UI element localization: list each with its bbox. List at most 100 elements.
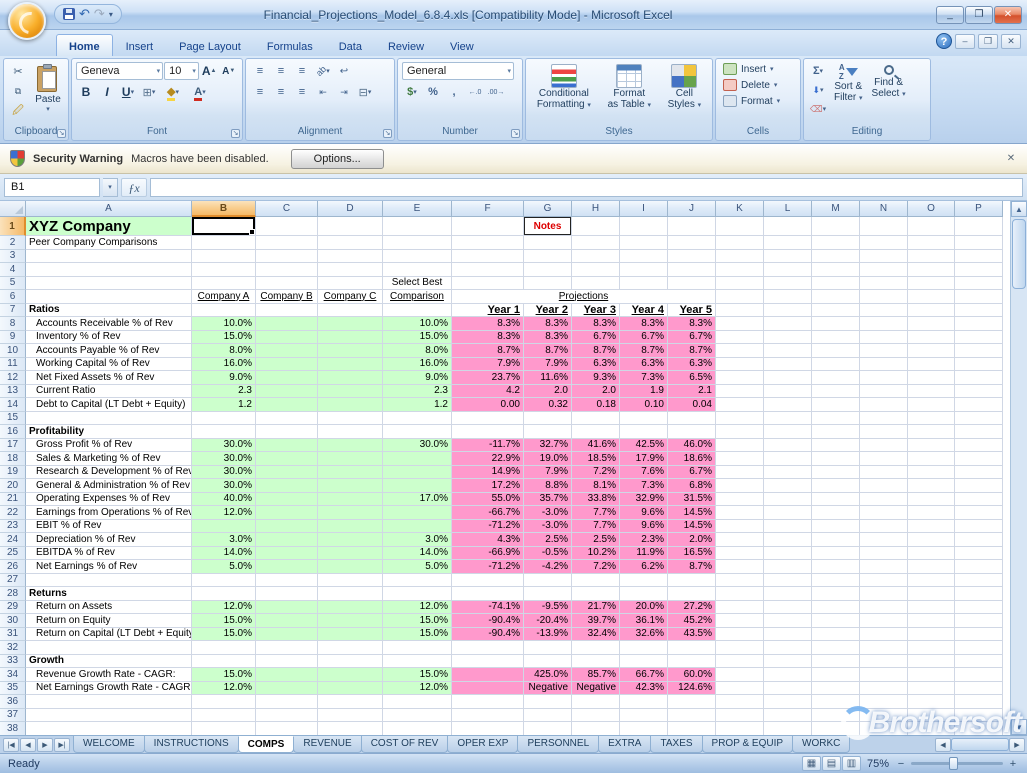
- font-size-select[interactable]: 10▾: [164, 62, 199, 80]
- cell-I20[interactable]: 7.3%: [620, 479, 668, 493]
- cell-E1[interactable]: [383, 217, 452, 236]
- cell-B4[interactable]: [192, 263, 256, 277]
- cell-A17[interactable]: Gross Profit % of Rev: [26, 439, 192, 453]
- cell-C3[interactable]: [256, 250, 318, 264]
- cell-C25[interactable]: [256, 547, 318, 561]
- cell-D10[interactable]: [318, 344, 383, 358]
- grow-font-icon[interactable]: A▲: [200, 62, 219, 80]
- select-all-corner[interactable]: [0, 201, 26, 217]
- cell-I5[interactable]: [620, 277, 668, 291]
- cell-B19[interactable]: 30.0%: [192, 466, 256, 480]
- cell-G12[interactable]: 11.6%: [524, 371, 572, 385]
- orientation-icon[interactable]: ab▾: [313, 62, 333, 80]
- number-format-select[interactable]: General▾: [402, 62, 514, 80]
- cell-I36[interactable]: [620, 695, 668, 709]
- cell-K24[interactable]: [716, 533, 764, 547]
- cell-N5[interactable]: [860, 277, 908, 291]
- cell-F6[interactable]: Projections: [452, 290, 716, 304]
- cell-E15[interactable]: [383, 412, 452, 426]
- vertical-scrollbar[interactable]: ▲ ▼: [1010, 201, 1027, 735]
- cell-F26[interactable]: -71.2%: [452, 560, 524, 574]
- cell-A28[interactable]: Returns: [26, 587, 192, 601]
- cell-G13[interactable]: 2.0: [524, 385, 572, 399]
- cell-I30[interactable]: 36.1%: [620, 614, 668, 628]
- cell-B12[interactable]: 9.0%: [192, 371, 256, 385]
- cell-J4[interactable]: [668, 263, 716, 277]
- cell-O14[interactable]: [908, 398, 955, 412]
- cell-J31[interactable]: 43.5%: [668, 628, 716, 642]
- row-header-16[interactable]: 16: [0, 425, 26, 439]
- cell-N14[interactable]: [860, 398, 908, 412]
- cell-J35[interactable]: 124.6%: [668, 682, 716, 696]
- cell-B18[interactable]: 30.0%: [192, 452, 256, 466]
- cell-O4[interactable]: [908, 263, 955, 277]
- cell-I21[interactable]: 32.9%: [620, 493, 668, 507]
- underline-icon[interactable]: U▾: [118, 83, 138, 101]
- row-header-29[interactable]: 29: [0, 601, 26, 615]
- cell-G29[interactable]: -9.5%: [524, 601, 572, 615]
- cell-C11[interactable]: [256, 358, 318, 372]
- cell-P14[interactable]: [955, 398, 1003, 412]
- cell-C19[interactable]: [256, 466, 318, 480]
- column-header-N[interactable]: N: [860, 201, 908, 217]
- cell-E18[interactable]: [383, 452, 452, 466]
- cell-J21[interactable]: 31.5%: [668, 493, 716, 507]
- cell-F28[interactable]: [452, 587, 524, 601]
- cell-H38[interactable]: [572, 722, 620, 735]
- cell-G32[interactable]: [524, 641, 572, 655]
- cell-M4[interactable]: [812, 263, 860, 277]
- cell-B30[interactable]: 15.0%: [192, 614, 256, 628]
- cell-K18[interactable]: [716, 452, 764, 466]
- cell-B14[interactable]: 1.2: [192, 398, 256, 412]
- cell-D25[interactable]: [318, 547, 383, 561]
- cell-N37[interactable]: [860, 709, 908, 723]
- cell-H7[interactable]: Year 3: [572, 304, 620, 318]
- cell-P8[interactable]: [955, 317, 1003, 331]
- cell-H35[interactable]: Negative: [572, 682, 620, 696]
- cell-N4[interactable]: [860, 263, 908, 277]
- row-header-24[interactable]: 24: [0, 533, 26, 547]
- cell-M36[interactable]: [812, 695, 860, 709]
- cell-E25[interactable]: 14.0%: [383, 547, 452, 561]
- cell-E10[interactable]: 8.0%: [383, 344, 452, 358]
- row-header-2[interactable]: 2: [0, 236, 26, 250]
- font-name-select[interactable]: Geneva▾: [76, 62, 163, 80]
- ribbon-tab-view[interactable]: View: [437, 34, 487, 56]
- sheet-tab-extra[interactable]: EXTRA: [598, 736, 651, 753]
- cell-H15[interactable]: [572, 412, 620, 426]
- cell-J29[interactable]: 27.2%: [668, 601, 716, 615]
- cell-K3[interactable]: [716, 250, 764, 264]
- cell-J18[interactable]: 18.6%: [668, 452, 716, 466]
- cell-M29[interactable]: [812, 601, 860, 615]
- cell-M19[interactable]: [812, 466, 860, 480]
- cell-I14[interactable]: 0.10: [620, 398, 668, 412]
- font-color-icon[interactable]: A▾: [187, 83, 213, 101]
- cell-A34[interactable]: Revenue Growth Rate - CAGR:: [26, 668, 192, 682]
- cell-C36[interactable]: [256, 695, 318, 709]
- cell-O31[interactable]: [908, 628, 955, 642]
- shrink-font-icon[interactable]: A▼: [219, 62, 238, 80]
- cell-I9[interactable]: 6.7%: [620, 331, 668, 345]
- row-header-25[interactable]: 25: [0, 547, 26, 561]
- bold-icon[interactable]: B: [76, 83, 96, 101]
- cell-B7[interactable]: [192, 304, 256, 318]
- cell-B6[interactable]: Company A: [192, 290, 256, 304]
- row-header-38[interactable]: 38: [0, 722, 26, 735]
- cell-M28[interactable]: [812, 587, 860, 601]
- redo-icon[interactable]: ↷: [94, 8, 105, 20]
- cell-P33[interactable]: [955, 655, 1003, 669]
- cell-E32[interactable]: [383, 641, 452, 655]
- cell-P16[interactable]: [955, 425, 1003, 439]
- cell-K32[interactable]: [716, 641, 764, 655]
- cell-A12[interactable]: Net Fixed Assets % of Rev: [26, 371, 192, 385]
- workbook-close-button[interactable]: ✕: [1001, 34, 1021, 49]
- cell-E26[interactable]: 5.0%: [383, 560, 452, 574]
- cell-H24[interactable]: 2.5%: [572, 533, 620, 547]
- cell-H1[interactable]: [572, 217, 620, 236]
- cell-N18[interactable]: [860, 452, 908, 466]
- cell-L20[interactable]: [764, 479, 812, 493]
- align-left-icon[interactable]: ≡: [250, 83, 270, 101]
- cell-C12[interactable]: [256, 371, 318, 385]
- cell-K27[interactable]: [716, 574, 764, 588]
- cell-F8[interactable]: 8.3%: [452, 317, 524, 331]
